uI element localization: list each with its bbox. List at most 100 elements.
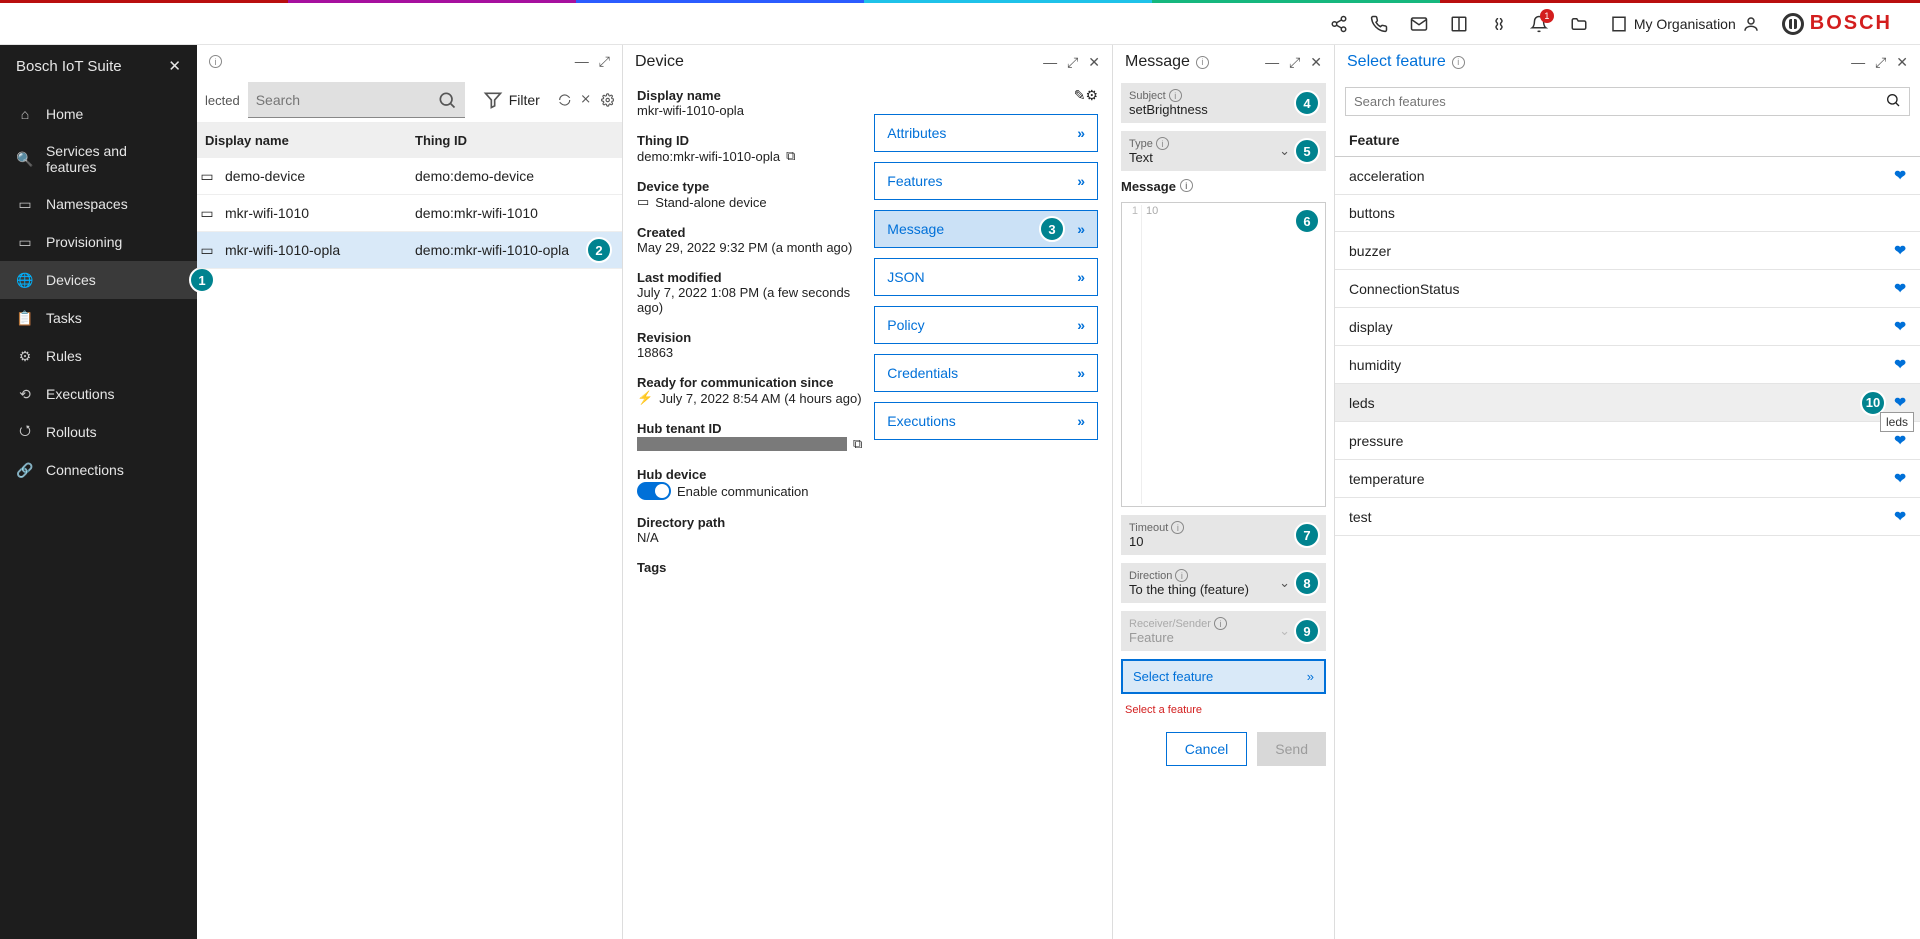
minimize-icon[interactable]: — (1851, 54, 1865, 71)
nav-devices[interactable]: 🌐Devices1 (0, 261, 197, 299)
info-icon[interactable]: i (209, 55, 222, 68)
minimize-icon[interactable]: — (1265, 54, 1279, 71)
select-feature-panel: Select featurei —⤢✕ Feature acceleration… (1334, 45, 1920, 939)
edit-icon[interactable]: ✎⚙ (874, 87, 1098, 104)
close-icon[interactable]: ✕ (1896, 54, 1908, 71)
nav-home[interactable]: ⌂Home (0, 95, 197, 133)
nav-icon: ⌂ (16, 105, 34, 123)
enable-comm-toggle[interactable] (637, 482, 671, 500)
nav-executions[interactable]: ⟲Executions (0, 375, 197, 413)
search-input[interactable] (256, 92, 437, 108)
type-select[interactable]: Typei Text 5 ⌄ (1121, 131, 1326, 171)
filter-button[interactable]: Filter (473, 90, 550, 110)
close-icon[interactable]: ✕ (1088, 54, 1100, 71)
direction-select[interactable]: Directioni To the thing (feature) 8 ⌄ (1121, 563, 1326, 603)
chevron-right-icon: » (1077, 125, 1085, 141)
error-hint: Select a feature (1121, 702, 1326, 718)
vorto-icon: ❤ (1894, 356, 1906, 373)
tools-icon[interactable] (579, 90, 592, 110)
nav-namespaces[interactable]: ▭Namespaces (0, 185, 197, 223)
copy-icon[interactable]: ⧉ (853, 436, 862, 452)
col-thing-id[interactable]: Thing ID (407, 123, 622, 158)
info-icon[interactable]: i (1452, 56, 1465, 69)
row-checkbox[interactable]: ▭ (197, 242, 217, 259)
expand-icon[interactable]: ⤢ (1875, 54, 1886, 71)
device-card-features[interactable]: Features» (874, 162, 1098, 200)
device-card-credentials[interactable]: Credentials» (874, 354, 1098, 392)
chip-icon: ▭ (637, 194, 649, 210)
book-icon[interactable] (1450, 15, 1468, 33)
device-card-message[interactable]: Message3» (874, 210, 1098, 248)
feature-connectionstatus[interactable]: ConnectionStatus❤ (1335, 270, 1920, 308)
feature-display[interactable]: display❤ (1335, 308, 1920, 346)
device-card-attributes[interactable]: Attributes» (874, 114, 1098, 152)
info-icon[interactable]: i (1196, 56, 1209, 69)
search-icon[interactable] (1885, 92, 1901, 111)
thing-row[interactable]: ▭mkr-wifi-1010demo:mkr-wifi-1010 (197, 195, 622, 232)
receiver-select[interactable]: Receiver/Senderi Feature 9 ⌄ (1121, 611, 1326, 651)
thing-id-label: Thing ID (637, 133, 689, 148)
org-selector[interactable]: My Organisation (1610, 15, 1760, 33)
info-icon[interactable]: i (1180, 179, 1193, 192)
nav-icon: ⭯ (16, 423, 34, 441)
expand-icon[interactable]: ⤢ (599, 53, 610, 70)
nav-services-and-features[interactable]: 🔍Services and features (0, 133, 197, 185)
legal-icon[interactable] (1490, 15, 1508, 33)
feature-test[interactable]: test❤ (1335, 498, 1920, 536)
feature-search-input[interactable] (1354, 94, 1885, 109)
feature-pressure[interactable]: pressure❤ (1335, 422, 1920, 460)
search-icon[interactable] (437, 90, 457, 110)
phone-icon[interactable] (1370, 15, 1388, 33)
thing-row[interactable]: ▭mkr-wifi-1010-oplademo:mkr-wifi-1010-op… (197, 232, 622, 269)
mail-icon[interactable] (1410, 15, 1428, 33)
search-things[interactable] (248, 82, 465, 118)
revision-label: Revision (637, 330, 691, 345)
folder-icon[interactable] (1570, 15, 1588, 33)
nav-icon: 🌐 (16, 271, 34, 289)
close-icon[interactable]: ✕ (1310, 54, 1322, 71)
copy-icon[interactable]: ⧉ (786, 148, 795, 164)
feature-humidity[interactable]: humidity❤ (1335, 346, 1920, 384)
chevron-right-icon: » (1077, 317, 1085, 333)
share-icon[interactable] (1330, 15, 1348, 33)
expand-icon[interactable]: ⤢ (1067, 54, 1078, 71)
feature-leds[interactable]: leds10❤leds (1335, 384, 1920, 422)
device-card-executions[interactable]: Executions» (874, 402, 1098, 440)
message-textarea[interactable]: 110 (1121, 202, 1326, 507)
minimize-icon[interactable]: — (1043, 54, 1057, 71)
subject-input[interactable]: Subjecti setBrightness 4 (1121, 83, 1326, 123)
device-card-policy[interactable]: Policy» (874, 306, 1098, 344)
select-feature-button[interactable]: Select feature» (1121, 659, 1326, 694)
nav-rollouts[interactable]: ⭯Rollouts (0, 413, 197, 451)
chevron-right-icon: » (1077, 413, 1085, 429)
nav-connections[interactable]: 🔗Connections (0, 451, 197, 489)
feature-temperature[interactable]: temperature❤ (1335, 460, 1920, 498)
bell-icon[interactable]: 1 (1530, 15, 1548, 33)
thing-row[interactable]: ▭demo-devicedemo:demo-device (197, 158, 622, 195)
step-badge: 3 (1039, 216, 1065, 242)
col-display-name[interactable]: Display name (197, 123, 407, 158)
nav-provisioning[interactable]: ▭Provisioning (0, 223, 197, 261)
things-panel: i —⤢ lected Filter Display name Thing ID… (197, 45, 622, 939)
device-card-json[interactable]: JSON» (874, 258, 1098, 296)
dirpath-label: Directory path (637, 515, 725, 530)
feature-buttons[interactable]: buttons (1335, 195, 1920, 232)
feature-acceleration[interactable]: acceleration❤ (1335, 157, 1920, 195)
cancel-button[interactable]: Cancel (1166, 732, 1248, 766)
send-button[interactable]: Send (1257, 732, 1326, 766)
minimize-icon[interactable]: — (575, 53, 589, 70)
ready-label: Ready for communication since (637, 375, 834, 390)
settings-icon[interactable] (601, 90, 614, 110)
user-icon[interactable] (1742, 15, 1760, 33)
nav-rules[interactable]: ⚙Rules (0, 337, 197, 375)
expand-icon[interactable]: ⤢ (1289, 54, 1300, 71)
nav-tasks[interactable]: 📋Tasks (0, 299, 197, 337)
chevron-right-icon: » (1077, 269, 1085, 285)
refresh-icon[interactable] (558, 90, 571, 110)
row-checkbox[interactable]: ▭ (197, 168, 217, 185)
timeout-input[interactable]: Timeouti 10 7 (1121, 515, 1326, 555)
row-checkbox[interactable]: ▭ (197, 205, 217, 222)
close-sidebar-icon[interactable]: ✕ (168, 57, 181, 75)
feature-buzzer[interactable]: buzzer❤ (1335, 232, 1920, 270)
feature-search[interactable] (1345, 87, 1910, 116)
